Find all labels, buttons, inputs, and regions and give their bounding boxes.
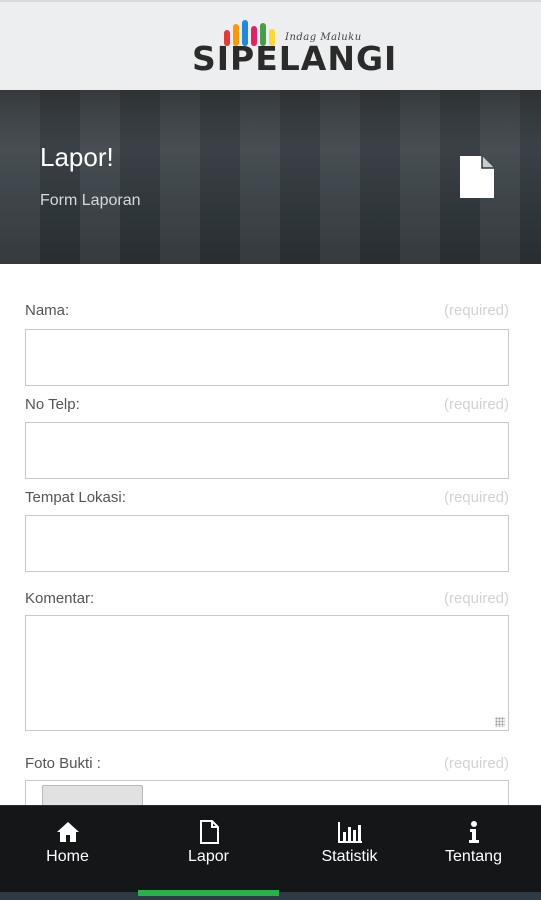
- tempat-lokasi-field-box: [25, 515, 509, 572]
- document-icon: [460, 156, 494, 198]
- home-icon: [56, 822, 79, 842]
- page-subtitle: Form Laporan: [40, 192, 141, 209]
- bar-chart-icon: [337, 822, 362, 843]
- tempat-lokasi-input[interactable]: [26, 516, 508, 571]
- sipelangi-logo[interactable]: Indag Maluku SIPELANGI: [188, 16, 396, 80]
- nama-field-box: [25, 329, 509, 386]
- report-form: Nama: (required) No Telp: (required) Tem…: [0, 264, 541, 805]
- komentar-textarea[interactable]: [26, 616, 508, 730]
- document-icon: [199, 820, 219, 844]
- active-tab-indicator: [138, 890, 279, 896]
- required-hint: (required): [443, 590, 509, 607]
- no-telp-input[interactable]: [26, 423, 508, 478]
- nav-item-lapor[interactable]: Lapor: [141, 806, 276, 893]
- nav-label-statistik: Statistik: [321, 848, 378, 865]
- tempat-lokasi-label: Tempat Lokasi:: [25, 489, 126, 506]
- no-telp-field-box: [25, 422, 509, 479]
- bottom-navigation: Home Lapor Statistik Tentang: [0, 805, 541, 892]
- nav-item-statistik[interactable]: Statistik: [282, 806, 417, 893]
- file-upload-button[interactable]: [42, 785, 143, 805]
- nav-item-tentang[interactable]: Tentang: [406, 806, 541, 893]
- required-hint: (required): [443, 396, 509, 413]
- logo-wordmark: SIPELANGI: [192, 39, 398, 78]
- nav-label-home: Home: [46, 848, 89, 865]
- no-telp-label: No Telp:: [25, 396, 80, 413]
- nama-input[interactable]: [26, 330, 508, 385]
- required-hint: (required): [443, 302, 509, 319]
- nav-label-tentang: Tentang: [445, 848, 502, 865]
- required-hint: (required): [443, 755, 509, 772]
- required-hint: (required): [443, 489, 509, 506]
- komentar-field-box: [25, 615, 509, 731]
- nama-label: Nama:: [25, 302, 70, 319]
- nav-label-lapor: Lapor: [188, 848, 229, 865]
- info-icon: [468, 821, 479, 843]
- komentar-label: Komentar:: [25, 590, 95, 607]
- app-header: Indag Maluku SIPELANGI: [0, 0, 541, 90]
- nav-item-home[interactable]: Home: [0, 806, 135, 893]
- foto-bukti-label: Foto Bukti :: [25, 755, 101, 772]
- page-title: Lapor!: [40, 142, 114, 172]
- resize-grip-icon[interactable]: [495, 717, 505, 727]
- page-banner: Lapor! Form Laporan: [0, 90, 541, 264]
